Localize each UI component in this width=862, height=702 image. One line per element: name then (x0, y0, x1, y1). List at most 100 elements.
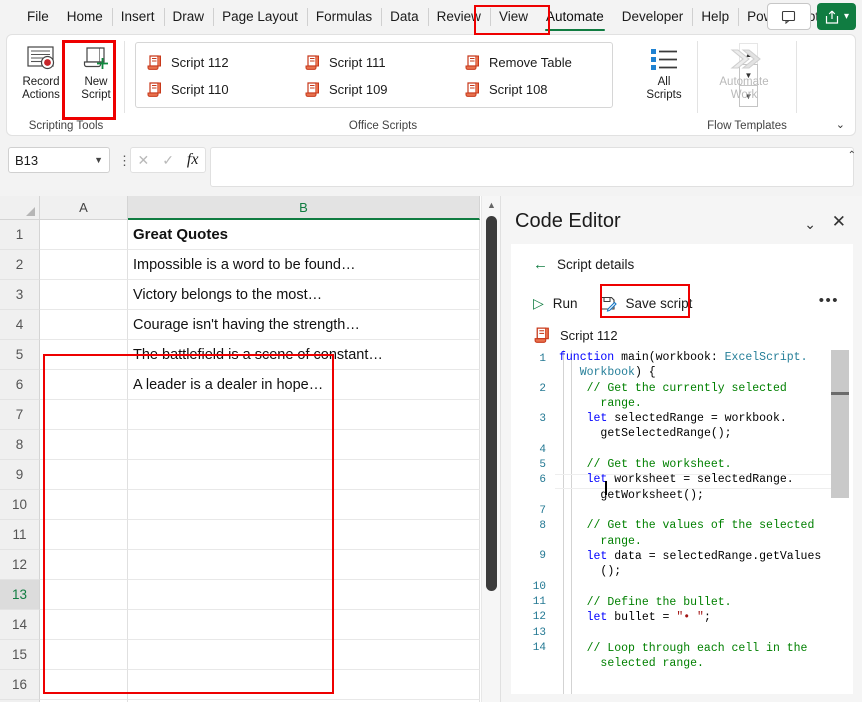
cell-B9[interactable] (128, 460, 480, 490)
cell-A10[interactable] (40, 490, 128, 520)
gallery-item-script-109[interactable]: Script 109 (304, 77, 388, 101)
row-header-14[interactable]: 14 (0, 610, 40, 640)
cell-B6[interactable]: A leader is a dealer in hope… (128, 370, 480, 400)
name-box[interactable]: B13 ▼ (8, 147, 110, 173)
ellipsis-icon[interactable]: ••• (819, 292, 839, 309)
scrollbar-thumb[interactable] (486, 216, 497, 591)
tab-automate[interactable]: Automate (536, 4, 613, 31)
check-icon[interactable]: ✓ (162, 152, 174, 169)
cell-B14[interactable] (128, 610, 480, 640)
cell-A15[interactable] (40, 640, 128, 670)
cell-B4[interactable]: Courage isn't having the strength… (128, 310, 480, 340)
close-icon[interactable]: ✕ (832, 212, 846, 232)
cell-A16[interactable] (40, 670, 128, 700)
cell-B16[interactable] (128, 670, 480, 700)
tab-review[interactable]: Review (427, 4, 490, 30)
tab-page-layout[interactable]: Page Layout (213, 4, 307, 30)
record-actions-button[interactable]: Record Actions (15, 39, 67, 111)
row-header-5[interactable]: 5 (0, 340, 40, 370)
cell-A3[interactable] (40, 280, 128, 310)
cell-B2[interactable]: Impossible is a word to be found… (128, 250, 480, 280)
tab-insert[interactable]: Insert (111, 4, 164, 30)
run-button[interactable]: Run (553, 296, 578, 311)
cell-A6[interactable] (40, 370, 128, 400)
gallery-item-script-111[interactable]: Script 111 (304, 50, 386, 74)
tab-home[interactable]: Home (58, 4, 112, 30)
column-header-b[interactable]: B (128, 196, 480, 220)
tab-help[interactable]: Help (692, 4, 738, 30)
row-header-15[interactable]: 15 (0, 640, 40, 670)
play-icon[interactable]: ▷ (533, 295, 544, 312)
tab-draw[interactable]: Draw (163, 4, 214, 30)
code-text-area[interactable]: 1 2 3 4 5 6 7 8 9 10 11 12 13 14 functio… (511, 350, 853, 694)
cell-B15[interactable] (128, 640, 480, 670)
gallery-item-script-108[interactable]: Script 108 (464, 77, 548, 101)
current-script-row[interactable]: Script 112 (533, 326, 618, 344)
gallery-item-remove-table[interactable]: Remove Table (464, 50, 572, 74)
select-all-corner[interactable] (0, 196, 40, 220)
ribbon-collapse-button[interactable]: ⌄ (836, 118, 845, 131)
row-header-12[interactable]: 12 (0, 550, 40, 580)
cell-A12[interactable] (40, 550, 128, 580)
cell-A8[interactable] (40, 430, 128, 460)
cell-A13[interactable] (40, 580, 128, 610)
all-scripts-label-2: Scripts (646, 89, 682, 101)
close-icon[interactable]: ✕ (137, 152, 149, 169)
row-header-2[interactable]: 2 (0, 250, 40, 280)
cell-B5[interactable]: The battlefield is a scene of constant… (128, 340, 480, 370)
row-header-8[interactable]: 8 (0, 430, 40, 460)
cell-B11[interactable] (128, 520, 480, 550)
row-header-1[interactable]: 1 (0, 220, 40, 250)
office-scripts-gallery[interactable]: Script 112 Script 110 Script 111 Script … (135, 42, 613, 108)
automate-work-icon (726, 39, 762, 73)
row-header-11[interactable]: 11 (0, 520, 40, 550)
row-header-7[interactable]: 7 (0, 400, 40, 430)
formula-input[interactable] (210, 147, 854, 187)
chevron-down-icon[interactable]: ⌄ (804, 216, 816, 233)
cell-A2[interactable] (40, 250, 128, 280)
all-scripts-button[interactable]: All Scripts (635, 39, 693, 111)
cell-B10[interactable] (128, 490, 480, 520)
chevron-up-icon[interactable]: ⌃ (848, 150, 856, 161)
cell-A1[interactable] (40, 220, 128, 250)
gallery-item-script-110[interactable]: Script 110 (146, 77, 229, 101)
comments-button[interactable] (766, 3, 811, 30)
cell-A9[interactable] (40, 460, 128, 490)
cell-B1[interactable]: Great Quotes (128, 220, 480, 250)
worksheet-grid[interactable]: A B 1 Great Quotes 2 Impossible is a word t… (0, 196, 500, 702)
row-header-9[interactable]: 9 (0, 460, 40, 490)
cell-B12[interactable] (128, 550, 480, 580)
cell-A5[interactable] (40, 340, 128, 370)
gallery-item-script-112[interactable]: Script 112 (146, 50, 229, 74)
cell-A11[interactable] (40, 520, 128, 550)
row-header-3[interactable]: 3 (0, 280, 40, 310)
tab-label: Data (390, 9, 419, 24)
row-header-4[interactable]: 4 (0, 310, 40, 340)
share-button[interactable]: ▾ (816, 3, 856, 30)
cell-B3[interactable]: Victory belongs to the most… (128, 280, 480, 310)
code-minimap[interactable] (831, 350, 849, 498)
cell-B13[interactable] (128, 580, 480, 610)
row-header-13[interactable]: 13 (0, 580, 40, 610)
cell-B7[interactable] (128, 400, 480, 430)
tab-view[interactable]: View (489, 4, 537, 30)
cell-B8[interactable] (128, 430, 480, 460)
tab-data[interactable]: Data (381, 4, 428, 30)
new-script-button[interactable]: New Script (70, 39, 122, 111)
grid-vertical-scrollbar[interactable]: ▲ (481, 196, 500, 702)
cell-A7[interactable] (40, 400, 128, 430)
column-header-a[interactable]: A (40, 196, 128, 220)
fx-icon[interactable]: fx (187, 151, 199, 169)
scroll-up-icon[interactable]: ▲ (487, 200, 496, 210)
row-header-10[interactable]: 10 (0, 490, 40, 520)
row-header-6[interactable]: 6 (0, 370, 40, 400)
save-script-button[interactable]: Save script (626, 296, 693, 311)
tab-formulas[interactable]: Formulas (306, 4, 381, 30)
automate-work-button[interactable]: Automate Work (709, 39, 779, 111)
cell-A4[interactable] (40, 310, 128, 340)
tab-developer[interactable]: Developer (613, 4, 693, 30)
script-details-back[interactable]: ← Script details (533, 256, 634, 273)
tab-file[interactable]: File (18, 4, 58, 30)
row-header-16[interactable]: 16 (0, 670, 40, 700)
cell-A14[interactable] (40, 610, 128, 640)
